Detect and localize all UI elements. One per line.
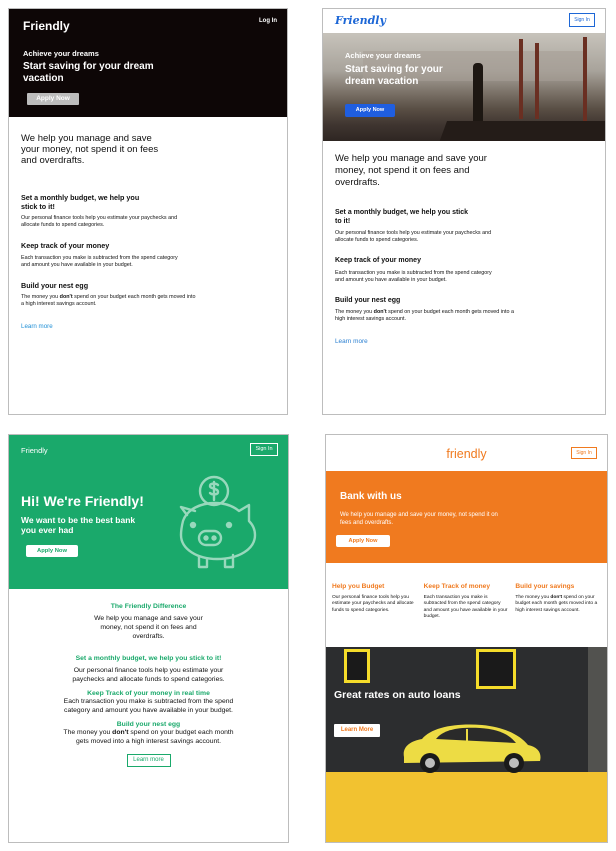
dock <box>438 121 605 141</box>
feature-title: Help you Budget <box>332 583 385 590</box>
feature-text: Our personal finance tools help you esti… <box>21 215 178 228</box>
hero-headline: Start saving for your dream vacation <box>23 61 154 84</box>
hero-eyebrow: Achieve your dreams <box>23 49 99 58</box>
feature-title: Set a monthly budget, we help you stick … <box>75 655 222 662</box>
feature-track: Keep track of your money Each transactio… <box>335 257 593 284</box>
hero-text: We help you manage and save your money, … <box>340 512 498 526</box>
difference-title: The Friendly Difference <box>110 603 187 610</box>
brand-logo[interactable]: friendly <box>326 447 607 461</box>
hero-banner: Friendly Log In Achieve your dreams Star… <box>9 9 287 117</box>
feature-text: Our personal finance tools help you esti… <box>332 595 414 613</box>
piggy-bank-icon <box>179 475 257 569</box>
feature-title: Keep track of your money <box>335 257 421 264</box>
yellow-car-image <box>403 724 541 773</box>
mooring-pole <box>519 39 523 119</box>
text-part: The money you <box>63 729 113 736</box>
difference-text: We help you manage and save your money, … <box>94 615 203 640</box>
sign-in-button[interactable]: Sign In <box>250 443 278 456</box>
hero-title: Bank with us <box>340 491 402 502</box>
content-body: We help you manage and save your money, … <box>9 117 287 344</box>
feature-title: Keep Track of money <box>423 583 490 590</box>
feature-nest-egg: Build your nest egg The money you don't … <box>335 297 593 324</box>
text-emphasis: don't <box>112 729 129 736</box>
variant-black-card: Friendly Log In Achieve your dreams Star… <box>8 8 288 415</box>
feature-budget: Set a monthly budget, we help you stick … <box>335 209 593 244</box>
variant-green-card: Friendly Sign In Hi! We're Friendly! We … <box>8 434 289 843</box>
variant-photo-card: Friendly Sign In Achieve your dreams Sta… <box>322 8 606 415</box>
text-part: The money you <box>335 309 374 315</box>
feature-track: Keep Track of money Each transaction you… <box>424 583 510 647</box>
learn-more-button[interactable]: Learn more <box>126 754 171 767</box>
hero-headline: Start saving for your dream vacation <box>345 64 443 87</box>
apply-now-button[interactable]: Apply Now <box>336 535 390 547</box>
text-part: The money you <box>21 294 60 300</box>
top-bar: Friendly Sign In <box>323 9 605 33</box>
text-emphasis: don't <box>550 595 563 600</box>
feature-title: Build your nest egg <box>116 721 181 728</box>
feature-text: The money you don't spend on your budget… <box>335 309 515 323</box>
hero-eyebrow: Achieve your dreams <box>345 51 421 60</box>
feature-columns: Help you Budget Our personal finance too… <box>326 563 607 647</box>
feature-track: Keep Track of your money in real time Ea… <box>21 690 276 715</box>
hero-banner: Friendly Sign In Hi! We're Friendly! We … <box>9 435 288 589</box>
content-body: We help you manage and save your money, … <box>323 141 605 357</box>
feature-text: The money you don't spend on your budget… <box>21 294 196 308</box>
feature-nest-egg: Build your nest egg The money you don't … <box>21 280 275 309</box>
login-link[interactable]: Log In <box>259 18 277 24</box>
feature-title: Keep track of your money <box>21 241 110 250</box>
promo-title: Great rates on auto loans <box>334 689 461 701</box>
brand-logo[interactable]: Friendly <box>23 19 70 33</box>
feature-track: Keep track of your money Each transactio… <box>21 241 275 269</box>
learn-more-button[interactable]: Learn More <box>334 724 380 737</box>
lead-text: We help you manage and save your money, … <box>335 153 487 188</box>
feature-budget: Set a monthly budget, we help you stick … <box>21 655 276 684</box>
feature-text: Each transaction you make is subtracted … <box>63 698 234 714</box>
hero-title: Hi! We're Friendly! <box>21 493 144 509</box>
feature-title: Set a monthly budget, we help you stick … <box>21 193 140 211</box>
text-emphasis: don't <box>373 309 387 315</box>
feature-text: Each transaction you make is subtracted … <box>21 254 178 268</box>
apply-now-button[interactable]: Apply Now <box>27 93 79 105</box>
person-silhouette <box>473 63 483 123</box>
feature-nest-egg: Build your nest egg The money you don't … <box>21 721 276 746</box>
feature-title: Keep Track of your money in real time <box>87 690 210 697</box>
feature-budget: Help you Budget Our personal finance too… <box>332 583 418 647</box>
feature-text: Each transaction you make is subtracted … <box>335 269 492 283</box>
feature-text: The money you don't spend on your budget… <box>515 595 601 614</box>
apply-now-button[interactable]: Apply Now <box>345 104 395 117</box>
learn-more-link[interactable]: Learn more <box>335 338 593 345</box>
yellow-window <box>344 649 370 683</box>
feature-text: The money you don't spend on your budget… <box>59 728 239 746</box>
feature-text: Our personal finance tools help you esti… <box>335 230 492 243</box>
hero-subtitle: We want to be the best bank you ever had <box>21 515 136 535</box>
apply-now-button[interactable]: Apply Now <box>26 545 78 557</box>
brand-logo[interactable]: Friendly <box>335 14 386 27</box>
hero-banner: Bank with us We help you manage and save… <box>326 471 607 563</box>
variant-orange-card: friendly Sign In Bank with us We help yo… <box>325 434 608 843</box>
top-bar: friendly Sign In <box>326 435 607 471</box>
feature-savings: Build your savings The money you don't s… <box>515 583 601 647</box>
feature-title: Set a monthly budget, we help you stick … <box>335 209 469 225</box>
brand-logo[interactable]: Friendly <box>21 446 48 455</box>
yellow-window <box>476 649 516 689</box>
feature-budget: Set a monthly budget, we help you stick … <box>21 193 275 229</box>
feature-title: Build your nest egg <box>335 296 401 304</box>
lead-text: We help you manage and save your money, … <box>21 133 159 166</box>
hero-photo-banner: Achieve your dreams Start saving for you… <box>323 33 605 141</box>
feature-title: Build your nest egg <box>21 280 89 290</box>
feature-text: Our personal finance tools help you esti… <box>72 667 225 683</box>
text-part: The money you <box>515 595 551 600</box>
content-body: The Friendly Difference We help you mana… <box>9 589 288 781</box>
learn-more-link[interactable]: Learn more <box>21 323 275 330</box>
text-emphasis: don't <box>59 294 73 300</box>
sign-in-button[interactable]: Sign In <box>571 447 597 459</box>
mooring-pole <box>583 37 587 127</box>
auto-loan-promo: Great rates on auto loans Learn More <box>326 647 607 842</box>
pillar <box>588 647 607 772</box>
feature-text: Each transaction you make is subtracted … <box>423 595 508 619</box>
sign-in-button[interactable]: Sign In <box>569 13 595 27</box>
mooring-pole <box>535 43 539 119</box>
feature-title: Build your savings <box>515 583 575 590</box>
